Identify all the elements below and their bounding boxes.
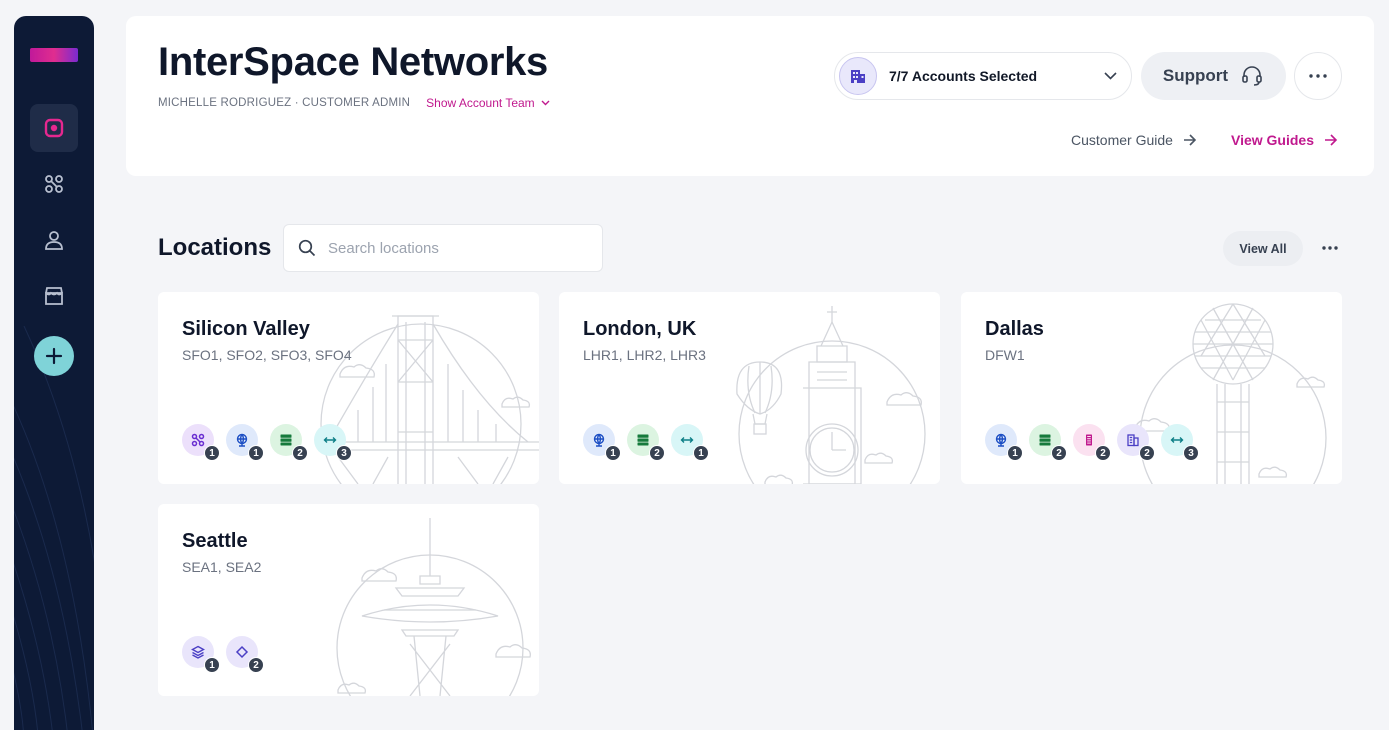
cross-connect-icon[interactable]: 3 (1161, 424, 1199, 461)
search-locations[interactable] (283, 224, 603, 272)
badge-count: 1 (605, 445, 621, 461)
location-name: London, UK (583, 318, 697, 340)
globe-icon[interactable]: 1 (985, 424, 1023, 461)
location-card-london[interactable]: London, UK LHR1, LHR2, LHR3 1 2 1 (559, 292, 940, 484)
cross-connect-icon[interactable]: 3 (314, 424, 352, 461)
view-all-button[interactable]: View All (1223, 231, 1303, 266)
badge-count: 2 (649, 445, 665, 461)
location-codes: LHR1, LHR2, LHR3 (583, 347, 706, 363)
sidebar-item-dashboard[interactable] (30, 104, 78, 152)
more-horizontal-icon (1309, 74, 1327, 78)
sidebar-item-marketplace[interactable] (30, 272, 78, 320)
server-icon[interactable]: 2 (270, 424, 308, 461)
more-horizontal-icon (1322, 246, 1338, 250)
badge-count: 3 (336, 445, 352, 461)
locations-title: Locations (158, 234, 272, 261)
badge-count: 2 (248, 657, 264, 673)
sidebar-item-users[interactable] (30, 216, 78, 264)
cross-connect-icon[interactable]: 1 (671, 424, 709, 461)
location-name: Seattle (182, 530, 248, 552)
diamond-icon[interactable]: 2 (226, 636, 264, 673)
location-name: Dallas (985, 318, 1044, 340)
sidebar-decoration (14, 326, 94, 730)
dashboard-icon (44, 118, 64, 138)
badge-count: 3 (1183, 445, 1199, 461)
chevron-down-icon (541, 100, 550, 106)
show-account-team-link[interactable]: Show Account Team (426, 96, 550, 110)
globe-icon[interactable]: 1 (226, 424, 264, 461)
add-button[interactable] (34, 336, 74, 376)
service-badges: 1 2 1 (583, 424, 709, 461)
badge-count: 1 (693, 445, 709, 461)
user-role-line: MICHELLE RODRIGUEZ · CUSTOMER ADMIN Show… (158, 96, 550, 110)
service-badges: 1 1 2 3 (182, 424, 352, 461)
account-team-label: Show Account Team (426, 96, 535, 110)
store-icon (45, 287, 63, 305)
service-badges: 1 2 (182, 636, 264, 673)
view-guides-link[interactable]: View Guides (1231, 132, 1338, 148)
support-button[interactable]: Support (1141, 52, 1286, 100)
location-card-silicon-valley[interactable]: Silicon Valley SFO1, SFO2, SFO3, SFO4 1 … (158, 292, 539, 484)
badge-count: 2 (1051, 445, 1067, 461)
search-icon (298, 239, 316, 257)
locations-more-button[interactable] (1316, 238, 1344, 258)
user-icon (45, 231, 63, 250)
accounts-selector[interactable]: 7/7 Accounts Selected (834, 52, 1132, 100)
user-role: MICHELLE RODRIGUEZ · CUSTOMER ADMIN (158, 97, 411, 109)
search-input[interactable] (328, 239, 588, 257)
header-more-button[interactable] (1294, 52, 1342, 100)
building-icon (839, 57, 877, 95)
location-codes: DFW1 (985, 347, 1025, 363)
connection-icon[interactable]: 1 (182, 424, 220, 461)
page-title: InterSpace Networks (158, 40, 549, 84)
badge-count: 2 (1095, 445, 1111, 461)
location-card-dallas[interactable]: Dallas DFW1 1 2 2 2 3 (961, 292, 1342, 484)
plus-icon (45, 347, 63, 365)
badge-count: 2 (292, 445, 308, 461)
sidebar-item-connections[interactable] (30, 160, 78, 208)
accounts-label: 7/7 Accounts Selected (889, 68, 1038, 84)
customer-guide-link[interactable]: Customer Guide (1071, 132, 1197, 148)
badge-count: 1 (204, 445, 220, 461)
badge-count: 1 (248, 445, 264, 461)
view-guides-label: View Guides (1231, 132, 1314, 148)
location-codes: SEA1, SEA2 (182, 559, 262, 575)
support-label: Support (1162, 66, 1229, 85)
chevron-down-icon (1104, 72, 1117, 80)
server-icon[interactable]: 2 (1029, 424, 1067, 461)
server-icon[interactable]: 2 (627, 424, 665, 461)
location-codes: SFO1, SFO2, SFO3, SFO4 (182, 347, 352, 363)
service-badges: 1 2 2 2 3 (985, 424, 1199, 461)
location-card-seattle[interactable]: Seattle SEA1, SEA2 1 2 (158, 504, 539, 696)
sidebar (14, 16, 94, 730)
arrow-right-icon (1183, 134, 1197, 146)
badge-count: 2 (1139, 445, 1155, 461)
account-header: InterSpace Networks MICHELLE RODRIGUEZ ·… (126, 16, 1374, 176)
globe-icon[interactable]: 1 (583, 424, 621, 461)
connections-icon (45, 175, 63, 193)
cabinet-icon[interactable]: 2 (1073, 424, 1111, 461)
arrow-right-icon (1325, 134, 1338, 146)
badge-count: 1 (204, 657, 220, 673)
location-name: Silicon Valley (182, 318, 310, 340)
brand-logo[interactable] (30, 48, 78, 62)
layers-icon[interactable]: 1 (182, 636, 220, 673)
building-icon[interactable]: 2 (1117, 424, 1155, 461)
customer-guide-label: Customer Guide (1071, 132, 1173, 148)
headset-icon (1242, 66, 1262, 86)
badge-count: 1 (1007, 445, 1023, 461)
